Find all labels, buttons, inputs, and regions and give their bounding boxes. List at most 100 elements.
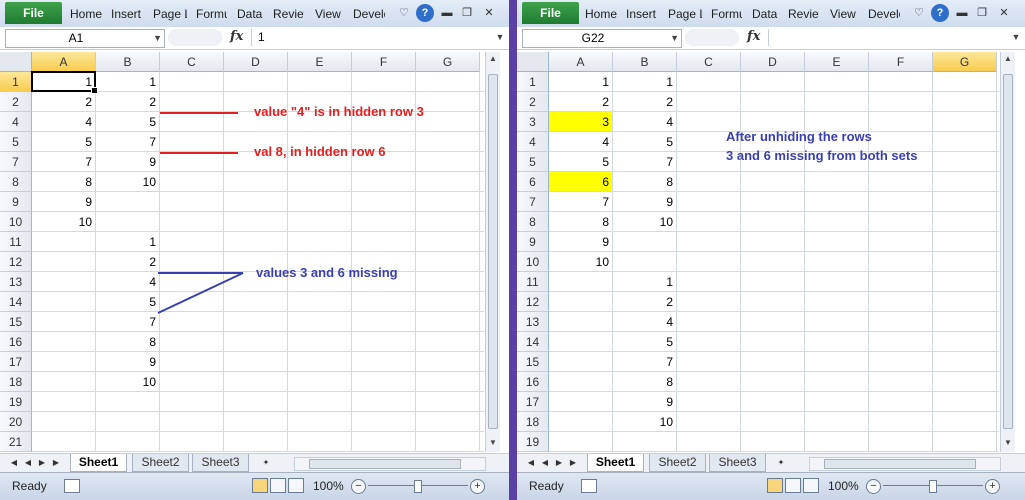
- tab-developer[interactable]: Develo: [868, 0, 900, 27]
- row-header[interactable]: 2: [517, 92, 549, 112]
- row-header[interactable]: 4: [517, 132, 549, 152]
- cell-a[interactable]: [549, 392, 612, 411]
- row-header[interactable]: 8: [517, 212, 549, 232]
- scroll-down-icon[interactable]: ▼: [1001, 436, 1015, 450]
- cell-b[interactable]: 4: [613, 112, 676, 131]
- sheet-tab-sheet3[interactable]: Sheet3: [709, 454, 766, 472]
- row-header[interactable]: 11: [517, 272, 549, 292]
- restore-window-icon[interactable]: ❐: [973, 4, 991, 22]
- insert-function-icon[interactable]: fx: [747, 29, 760, 44]
- cell-a[interactable]: 5: [549, 152, 612, 171]
- cell-b[interactable]: 2: [613, 92, 676, 111]
- cell-b[interactable]: 1: [613, 72, 676, 91]
- next-sheet-icon[interactable]: ▶: [553, 456, 565, 470]
- cell-b[interactable]: 10: [613, 212, 676, 231]
- row-header[interactable]: 13: [517, 312, 549, 332]
- row-header[interactable]: 18: [517, 412, 549, 432]
- cell-a[interactable]: 4: [549, 132, 612, 151]
- tab-insert[interactable]: Insert: [626, 0, 660, 27]
- cell-b[interactable]: 8: [613, 372, 676, 391]
- column-header-f[interactable]: F: [869, 52, 933, 72]
- close-window-icon[interactable]: ✕: [995, 4, 1013, 22]
- tab-formulas[interactable]: Formu: [711, 0, 742, 27]
- cell-a[interactable]: [549, 292, 612, 311]
- select-all-corner[interactable]: [517, 52, 549, 72]
- sheet-tab-sheet1[interactable]: Sheet1: [587, 454, 644, 472]
- zoom-level[interactable]: 100%: [828, 473, 859, 499]
- row-header[interactable]: 7: [517, 192, 549, 212]
- cell-b[interactable]: 2: [613, 292, 676, 311]
- page-layout-view-icon[interactable]: [785, 478, 801, 493]
- cell-b[interactable]: [613, 432, 676, 451]
- scroll-thumb[interactable]: [1003, 74, 1013, 429]
- column-header-c[interactable]: C: [677, 52, 741, 72]
- row-header[interactable]: 17: [517, 392, 549, 412]
- cell-b[interactable]: 7: [613, 152, 676, 171]
- cell-a[interactable]: 6: [549, 172, 612, 191]
- tab-home[interactable]: Home: [585, 0, 617, 27]
- cell-b[interactable]: 9: [613, 192, 676, 211]
- row-header[interactable]: 10: [517, 252, 549, 272]
- column-header-a[interactable]: A: [549, 52, 613, 72]
- row-header[interactable]: 9: [517, 232, 549, 252]
- prev-sheet-icon[interactable]: ◀: [539, 456, 551, 470]
- file-tab[interactable]: File: [522, 2, 579, 24]
- row-header[interactable]: 12: [517, 292, 549, 312]
- cell-b[interactable]: 5: [613, 332, 676, 351]
- cell-b[interactable]: 8: [613, 172, 676, 191]
- cell-b[interactable]: 9: [613, 392, 676, 411]
- row-header[interactable]: 15: [517, 352, 549, 372]
- formula-input[interactable]: [768, 29, 1007, 46]
- minimize-ribbon-icon[interactable]: ♡: [910, 4, 928, 22]
- column-header-d[interactable]: D: [741, 52, 805, 72]
- scroll-up-icon[interactable]: ▲: [1001, 52, 1015, 66]
- horizontal-scrollbar[interactable]: [809, 457, 1001, 471]
- first-sheet-icon[interactable]: ◀: [525, 456, 537, 470]
- expand-formula-bar-icon[interactable]: ▼: [1010, 29, 1022, 46]
- cell-a[interactable]: 7: [549, 192, 612, 211]
- cell-a[interactable]: 10: [549, 252, 612, 271]
- insert-sheet-icon[interactable]: ✦: [773, 456, 789, 470]
- cell-a[interactable]: 1: [549, 72, 612, 91]
- page-break-view-icon[interactable]: [803, 478, 819, 493]
- cell-a[interactable]: [549, 432, 612, 451]
- cell-a[interactable]: 3: [549, 112, 612, 131]
- cell-a[interactable]: [549, 272, 612, 291]
- cell-a[interactable]: [549, 352, 612, 371]
- cell-b[interactable]: 5: [613, 132, 676, 151]
- row-header[interactable]: 6: [517, 172, 549, 192]
- normal-view-icon[interactable]: [767, 478, 783, 493]
- name-box[interactable]: G22 ▼: [522, 29, 682, 48]
- cell-b[interactable]: 7: [613, 352, 676, 371]
- formula-bar-splitter[interactable]: [685, 29, 739, 46]
- row-header[interactable]: 19: [517, 432, 549, 452]
- help-icon[interactable]: ?: [931, 4, 949, 22]
- vertical-scrollbar[interactable]: ▲ ▼: [1000, 52, 1015, 452]
- chevron-down-icon[interactable]: ▼: [670, 30, 679, 47]
- cell-b[interactable]: 1: [613, 272, 676, 291]
- last-sheet-icon[interactable]: ▶: [567, 456, 579, 470]
- row-header[interactable]: 5: [517, 152, 549, 172]
- row-header[interactable]: 16: [517, 372, 549, 392]
- cell-a[interactable]: [549, 412, 612, 431]
- cell-a[interactable]: [549, 372, 612, 391]
- tab-view[interactable]: View: [830, 0, 859, 27]
- cell-b[interactable]: [613, 252, 676, 271]
- sheet-tab-sheet2[interactable]: Sheet2: [649, 454, 706, 472]
- zoom-out-icon[interactable]: −: [866, 479, 881, 494]
- row-header[interactable]: 3: [517, 112, 549, 132]
- cell-a[interactable]: 9: [549, 232, 612, 251]
- row-header[interactable]: 14: [517, 332, 549, 352]
- tab-data[interactable]: Data: [752, 0, 780, 27]
- tab-review[interactable]: Review: [788, 0, 819, 27]
- column-header-b[interactable]: B: [613, 52, 677, 72]
- zoom-slider-knob[interactable]: [929, 480, 937, 493]
- row-header[interactable]: 1: [517, 72, 549, 92]
- minimize-window-icon[interactable]: ▬: [953, 4, 971, 22]
- column-header-g[interactable]: G: [933, 52, 997, 72]
- column-header-e[interactable]: E: [805, 52, 869, 72]
- cell-a[interactable]: [549, 332, 612, 351]
- cell-a[interactable]: 8: [549, 212, 612, 231]
- tab-page-layout[interactable]: Page L: [668, 0, 702, 27]
- cell-b[interactable]: 10: [613, 412, 676, 431]
